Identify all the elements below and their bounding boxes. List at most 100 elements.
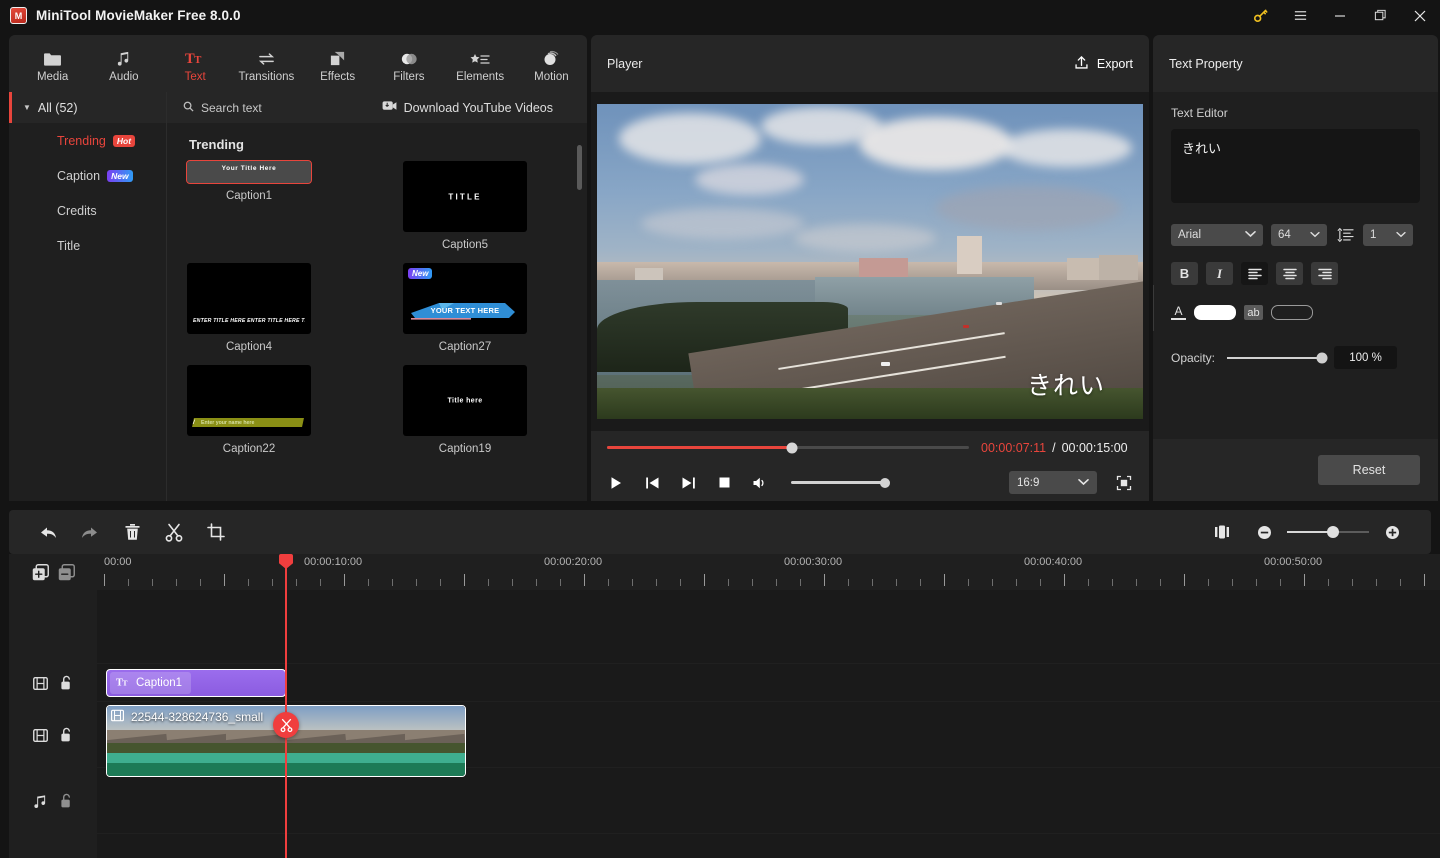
key-icon[interactable] (1240, 0, 1280, 31)
category-item-credits[interactable]: Credits (9, 193, 166, 228)
progress-knob[interactable] (786, 442, 798, 453)
unlock-icon[interactable] (60, 675, 73, 691)
text-tt-icon: TT (185, 47, 205, 67)
category-all[interactable]: ▼ All (52) (9, 92, 166, 123)
audio-track-icon[interactable] (33, 794, 47, 809)
timeline-audio-track[interactable] (97, 768, 1440, 834)
progress-slider[interactable] (607, 442, 969, 453)
timeline-extra-track[interactable] (97, 834, 1440, 858)
volume-slider[interactable] (791, 477, 890, 488)
timeline-ruler[interactable]: 00:00 00:00:10:00 00:00:20:00 00:00:30:0… (97, 554, 1440, 590)
template-thumbnail[interactable]: TITLE (403, 161, 527, 232)
line-spacing-icon[interactable] (1335, 227, 1355, 243)
template-caption4[interactable]: ENTER TITLE HERE ENTER TITLE HERE TITLE … (187, 263, 351, 353)
text-clip[interactable]: TT Caption1 (106, 669, 286, 697)
template-caption5[interactable]: TITLE Caption5 (403, 161, 567, 251)
opacity-knob[interactable] (1316, 352, 1328, 363)
close-icon[interactable] (1400, 0, 1440, 31)
video-preview[interactable]: きれい (597, 104, 1143, 419)
template-caption22[interactable]: / Enter your name here Caption22 (187, 365, 351, 455)
hamburger-menu-icon[interactable] (1280, 0, 1320, 31)
category-item-title[interactable]: Title (9, 228, 166, 263)
aspect-ratio-select[interactable]: 16:9 (1009, 471, 1097, 494)
playhead[interactable] (279, 554, 293, 858)
text-color-A-icon[interactable]: A (1171, 305, 1186, 320)
undo-arrow-icon[interactable] (27, 518, 69, 546)
maximize-icon[interactable] (1360, 0, 1400, 31)
category-item-trending[interactable]: Trending Hot (9, 123, 166, 158)
minimize-icon[interactable] (1320, 0, 1360, 31)
tab-filters[interactable]: Filters (373, 45, 444, 83)
template-caption19[interactable]: Title here Caption19 (403, 365, 567, 455)
align-right-icon[interactable] (1311, 262, 1338, 285)
reset-button[interactable]: Reset (1318, 455, 1420, 485)
align-center-icon[interactable] (1276, 262, 1303, 285)
template-thumbnail[interactable]: Title here (403, 365, 527, 436)
volume-knob[interactable] (880, 477, 890, 488)
redo-arrow-icon[interactable] (69, 518, 111, 546)
tab-effects[interactable]: Effects (302, 45, 373, 83)
template-thumbnail[interactable]: / Enter your name here (187, 365, 311, 436)
italic-button[interactable]: I (1206, 262, 1233, 285)
line-spacing-select[interactable]: 1 (1363, 224, 1413, 246)
unlock-icon[interactable] (60, 793, 73, 809)
timeline-video-track[interactable]: 22544-328624736_small (97, 702, 1440, 777)
download-youtube-button[interactable]: Download YouTube Videos (382, 100, 571, 115)
text-color-swatch[interactable] (1194, 305, 1236, 320)
stop-icon[interactable] (715, 474, 733, 492)
app-logo-letter: M (14, 10, 23, 21)
chevron-right-icon[interactable]: ❯ (1153, 285, 1154, 331)
outline-color-swatch[interactable] (1271, 305, 1313, 320)
template-thumbnail[interactable]: ENTER TITLE HERE ENTER TITLE HERE TITLE … (187, 263, 311, 334)
template-preview-text: Enter your name here (201, 420, 255, 426)
timeline-text-track[interactable]: TT Caption1 (97, 664, 1440, 702)
scissors-icon[interactable] (153, 518, 195, 546)
zoom-knob[interactable] (1326, 526, 1339, 538)
template-thumbnail[interactable]: Your Title Here (186, 160, 312, 184)
grid-scrollbar[interactable] (577, 145, 582, 190)
play-icon[interactable] (607, 474, 625, 492)
zoom-out-icon[interactable] (1243, 518, 1285, 546)
tab-audio[interactable]: Audio (88, 45, 159, 83)
video-overlay-text[interactable]: きれい (1027, 366, 1105, 402)
tab-elements[interactable]: Elements (445, 45, 516, 83)
timeline-empty-track[interactable] (97, 590, 1440, 664)
trash-icon[interactable] (111, 518, 153, 546)
font-size-select[interactable]: 64 (1271, 224, 1327, 246)
clip-label-chip: TT Caption1 (110, 672, 192, 694)
outline-ab-icon[interactable]: ab (1244, 305, 1263, 320)
crop-icon[interactable] (195, 518, 237, 546)
tab-motion[interactable]: Motion (516, 45, 587, 83)
timeline-tracks-area[interactable]: 00:00 00:00:10:00 00:00:20:00 00:00:30:0… (97, 554, 1440, 858)
text-editor-input[interactable] (1171, 129, 1420, 203)
bold-button[interactable]: B (1171, 262, 1198, 285)
split-at-playhead-button[interactable] (273, 712, 299, 738)
align-left-icon[interactable] (1241, 262, 1268, 285)
fullscreen-icon[interactable] (1115, 474, 1133, 492)
export-button[interactable]: Export (1074, 55, 1133, 73)
speaker-icon[interactable] (751, 474, 769, 492)
template-caption27[interactable]: New YOUR TEXT HERE Caption27 (403, 263, 567, 353)
tab-transitions[interactable]: Transitions (231, 45, 302, 83)
category-item-caption[interactable]: Caption New (9, 158, 166, 193)
opacity-value[interactable]: 100 % (1334, 346, 1398, 369)
add-track-icon[interactable] (32, 563, 49, 581)
remove-track-icon[interactable] (58, 563, 75, 581)
timeline-zoom-slider[interactable] (1287, 526, 1369, 538)
skip-forward-icon[interactable] (679, 474, 697, 492)
video-track-icon[interactable] (33, 676, 48, 691)
template-caption1[interactable]: Your Title Here Caption1 (186, 160, 351, 251)
video-track-icon[interactable] (33, 728, 48, 743)
search-input[interactable]: Search text (183, 101, 262, 115)
zoom-in-icon[interactable] (1371, 518, 1413, 546)
ruler-label: 00:00:20:00 (544, 556, 603, 568)
skip-back-icon[interactable] (643, 474, 661, 492)
fit-timeline-icon[interactable] (1201, 518, 1243, 546)
font-family-select[interactable]: Arial (1171, 224, 1263, 246)
template-thumbnail[interactable]: New YOUR TEXT HERE (403, 263, 527, 334)
template-grid-scroll[interactable]: Trending Your Title Here Caption1 TITLE … (167, 123, 587, 501)
unlock-icon[interactable] (60, 727, 73, 743)
tab-media[interactable]: Media (17, 45, 88, 83)
opacity-slider[interactable] (1227, 352, 1328, 363)
tab-text[interactable]: TT Text (160, 45, 231, 83)
